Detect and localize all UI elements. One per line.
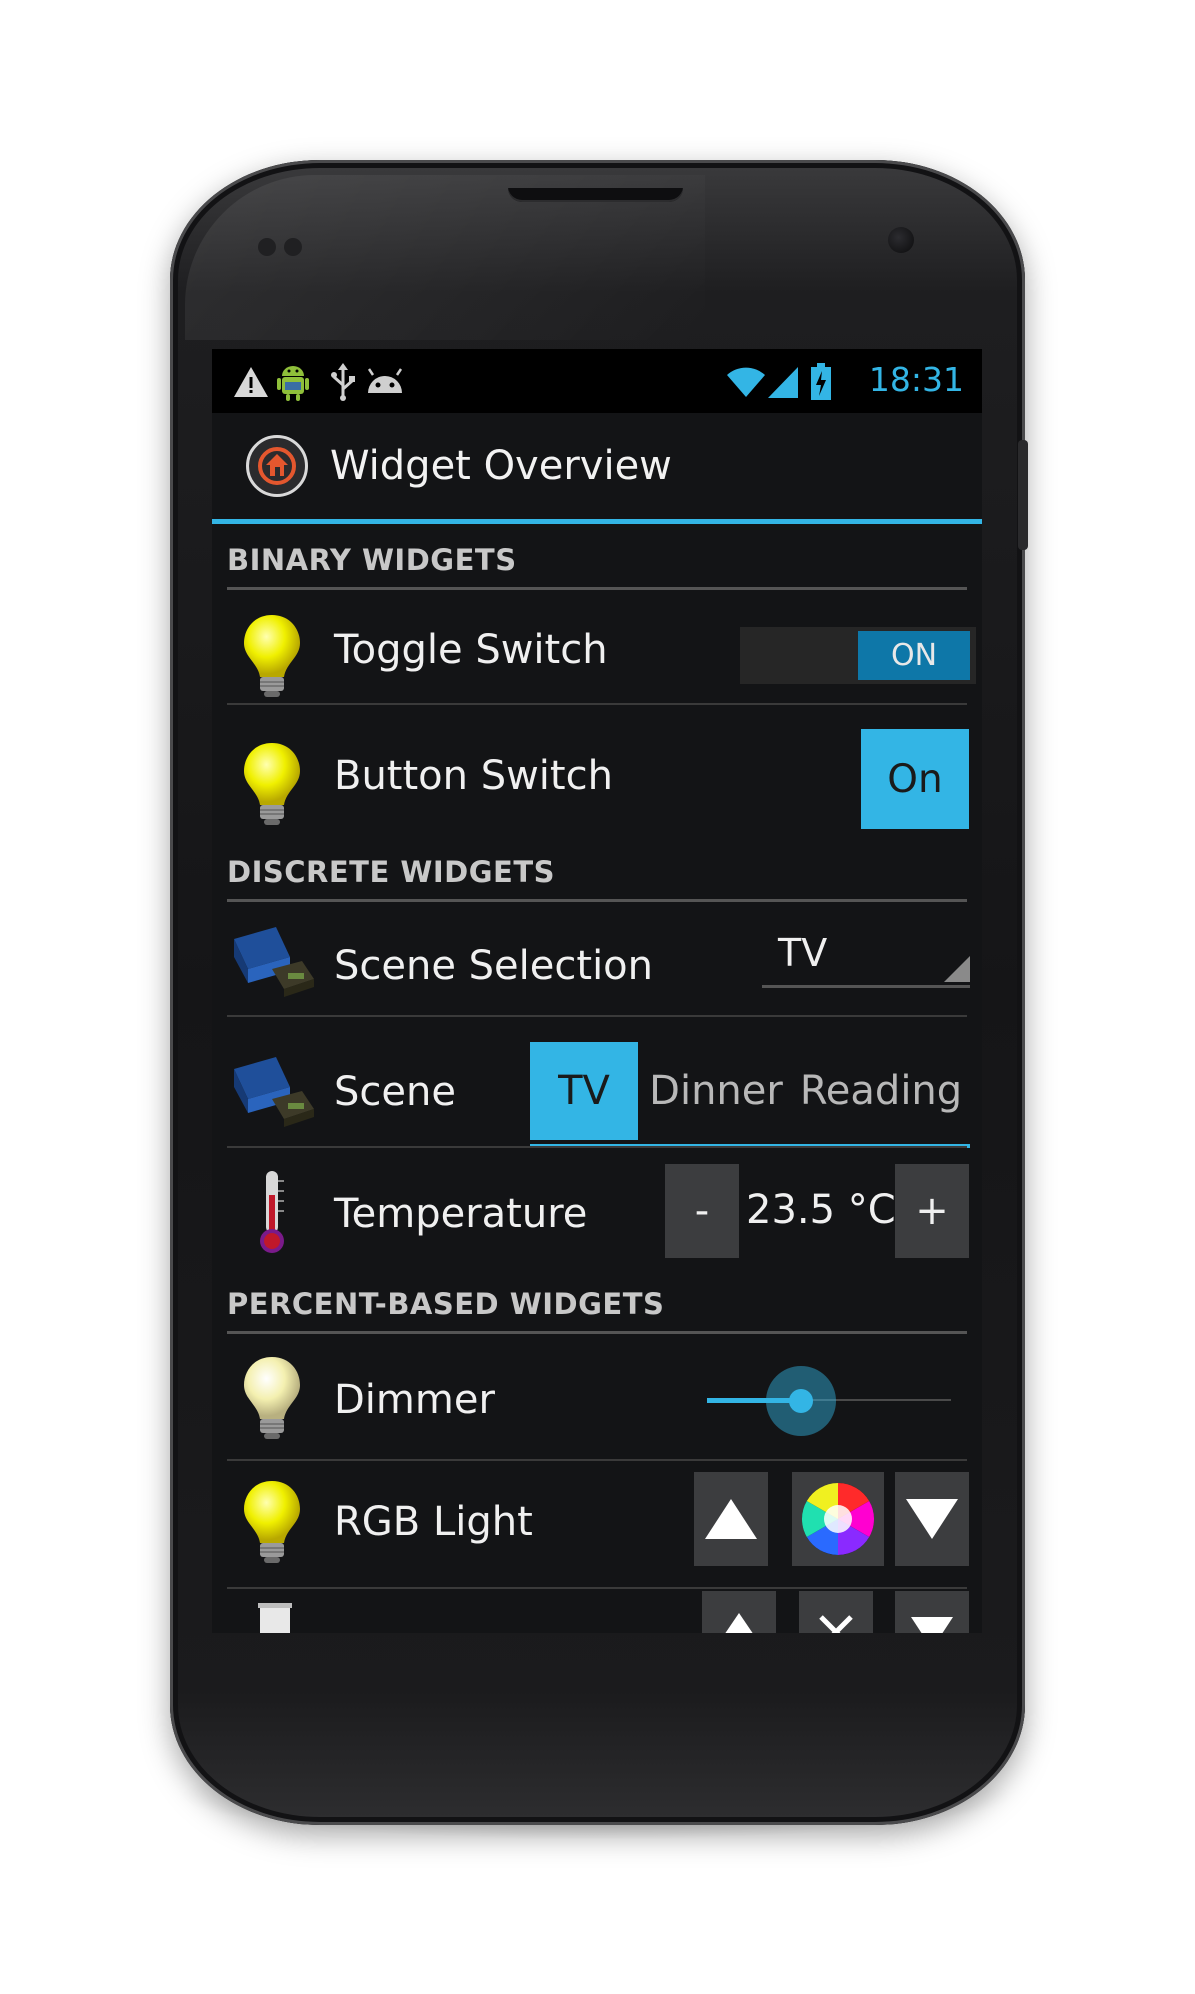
screen: 18:31 Widget Overview BINARY WIDGETS Tog…: [212, 349, 982, 1633]
on-button[interactable]: On: [861, 729, 969, 829]
sofa-icon: [228, 1047, 318, 1137]
temperature-decrease-button[interactable]: -: [665, 1164, 739, 1258]
down-arrow-icon: [906, 1499, 958, 1539]
color-wheel-icon: [801, 1483, 875, 1555]
sofa-icon: [228, 917, 318, 1007]
status-time: 18:31: [868, 360, 964, 399]
rollershutter-stop-button[interactable]: [799, 1591, 873, 1633]
battery-charging-icon: [806, 363, 836, 401]
row-divider: [227, 1587, 967, 1589]
section-percent-widgets: PERCENT-BASED WIDGETS: [227, 1287, 665, 1321]
action-bar: Widget Overview: [212, 413, 982, 524]
lightbulb-dim-icon: [240, 1353, 304, 1443]
rollershutter-down-button[interactable]: [895, 1591, 969, 1633]
section-divider: [227, 587, 967, 590]
lightbulb-icon: [240, 1477, 304, 1567]
color-picker-button[interactable]: [792, 1472, 884, 1566]
signal-icon: [764, 363, 802, 401]
lightbulb-icon: [240, 739, 304, 829]
toggle-switch-label: Toggle Switch: [334, 627, 608, 673]
section-binary-widgets: BINARY WIDGETS: [227, 543, 517, 577]
scene-selection-dropdown[interactable]: TV: [762, 929, 970, 988]
dropdown-value: TV: [778, 931, 828, 975]
usb-icon: [324, 363, 362, 401]
row-divider: [227, 1015, 967, 1017]
proximity-sensor: [258, 238, 276, 256]
warning-icon: [232, 363, 270, 401]
android-robot-icon: [274, 363, 312, 401]
down-arrow-icon: [911, 1617, 953, 1633]
slider-thumb[interactable]: [789, 1389, 813, 1413]
section-divider: [227, 899, 967, 902]
toggle-switch[interactable]: ON: [740, 627, 976, 684]
scene-label: Scene: [334, 1069, 456, 1115]
up-arrow-icon: [705, 1499, 757, 1539]
openhab-house-icon[interactable]: [246, 435, 308, 497]
stop-x-icon: [819, 1615, 853, 1633]
rgb-down-button[interactable]: [895, 1472, 969, 1566]
android-debug-icon: [362, 363, 408, 401]
temperature-value: 23.5 °C: [746, 1187, 896, 1233]
toggle-on-thumb[interactable]: ON: [858, 631, 970, 680]
scene-option-reading[interactable]: Reading: [792, 1042, 970, 1140]
light-sensor: [284, 238, 302, 256]
row-divider: [227, 1459, 967, 1461]
page-title: Widget Overview: [330, 443, 672, 489]
scene-option-dinner[interactable]: Dinner: [642, 1042, 790, 1140]
row-divider: [227, 1146, 967, 1148]
temperature-increase-button[interactable]: +: [895, 1164, 969, 1258]
status-bar: 18:31: [212, 349, 982, 413]
window-blind-icon: [240, 1599, 304, 1633]
up-arrow-icon: [725, 1613, 753, 1633]
front-camera: [888, 227, 914, 253]
section-discrete-widgets: DISCRETE WIDGETS: [227, 855, 555, 889]
earpiece-speaker: [508, 188, 683, 202]
temperature-label: Temperature: [334, 1191, 588, 1237]
scene-selection-label: Scene Selection: [334, 943, 654, 989]
rollershutter-up-button[interactable]: [702, 1591, 776, 1633]
wifi-icon: [724, 363, 768, 401]
scene-option-tv[interactable]: TV: [530, 1042, 638, 1140]
dropdown-corner-icon: [944, 956, 970, 982]
power-button: [1018, 440, 1028, 550]
lightbulb-icon: [240, 611, 304, 701]
row-divider: [227, 703, 967, 705]
thermometer-icon: [240, 1167, 304, 1257]
scene-segmented-control[interactable]: TV Dinner Reading: [530, 1042, 970, 1148]
rgb-light-label: RGB Light: [334, 1499, 533, 1545]
button-switch-label: Button Switch: [334, 753, 613, 799]
dimmer-label: Dimmer: [334, 1377, 495, 1423]
section-divider: [227, 1331, 967, 1334]
rgb-up-button[interactable]: [694, 1472, 768, 1566]
